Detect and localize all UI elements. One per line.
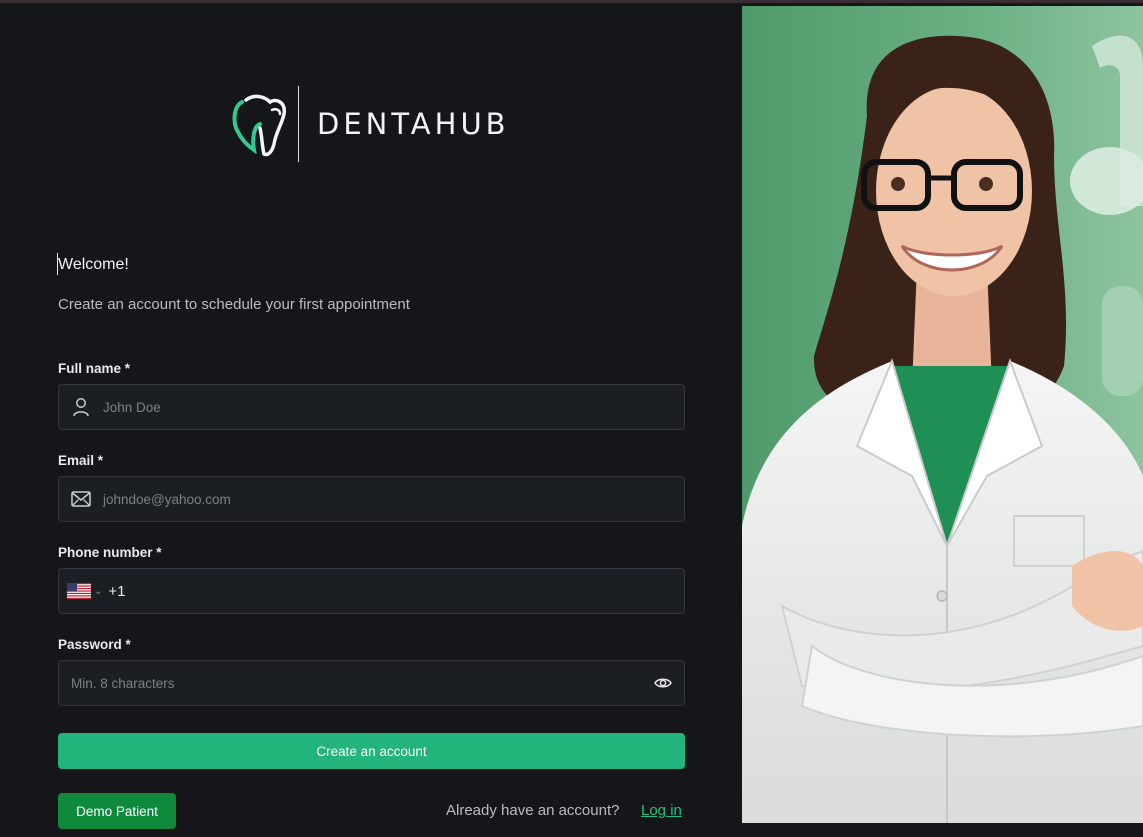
- signup-subtitle: Create an account to schedule your first…: [58, 296, 410, 313]
- login-link[interactable]: Log in: [641, 802, 682, 819]
- welcome-heading: Welcome!: [58, 256, 129, 273]
- demo-patient-button[interactable]: Demo Patient: [58, 793, 176, 829]
- full-name-field[interactable]: John Doe: [58, 384, 685, 430]
- email-label: Email *: [58, 453, 104, 468]
- tooth-logo-icon: [232, 94, 286, 157]
- logo-divider: [298, 86, 299, 162]
- signup-panel: DENTAHUB Welcome! Create an account to s…: [0, 6, 742, 837]
- photo-bottom-strip: [742, 823, 1143, 837]
- phone-field[interactable]: ⌄ +1: [58, 568, 685, 614]
- have-account-text: Already have an account?: [446, 802, 620, 819]
- email-placeholder: johndoe@yahoo.com: [103, 491, 231, 507]
- full-name-label: Full name *: [58, 361, 131, 376]
- brand-name: DENTAHUB: [317, 107, 510, 141]
- email-field[interactable]: johndoe@yahoo.com: [58, 476, 685, 522]
- app-window: DENTAHUB Welcome! Create an account to s…: [0, 0, 1143, 837]
- chevron-down-icon[interactable]: ⌄: [94, 586, 102, 597]
- dentist-photo: [742, 6, 1143, 823]
- dial-code: +1: [108, 582, 126, 600]
- brand-logo: DENTAHUB: [232, 84, 510, 164]
- eye-icon[interactable]: [654, 674, 672, 697]
- create-account-button[interactable]: Create an account: [58, 733, 685, 769]
- dentist-illustration: [742, 6, 1143, 823]
- us-flag-icon[interactable]: [67, 583, 91, 599]
- full-name-placeholder: John Doe: [103, 399, 161, 415]
- password-placeholder: Min. 8 characters: [71, 675, 175, 691]
- user-icon: [59, 397, 103, 417]
- phone-label: Phone number *: [58, 545, 162, 560]
- password-label: Password *: [58, 637, 131, 652]
- mail-icon: [59, 491, 103, 507]
- password-field[interactable]: Min. 8 characters: [58, 660, 685, 706]
